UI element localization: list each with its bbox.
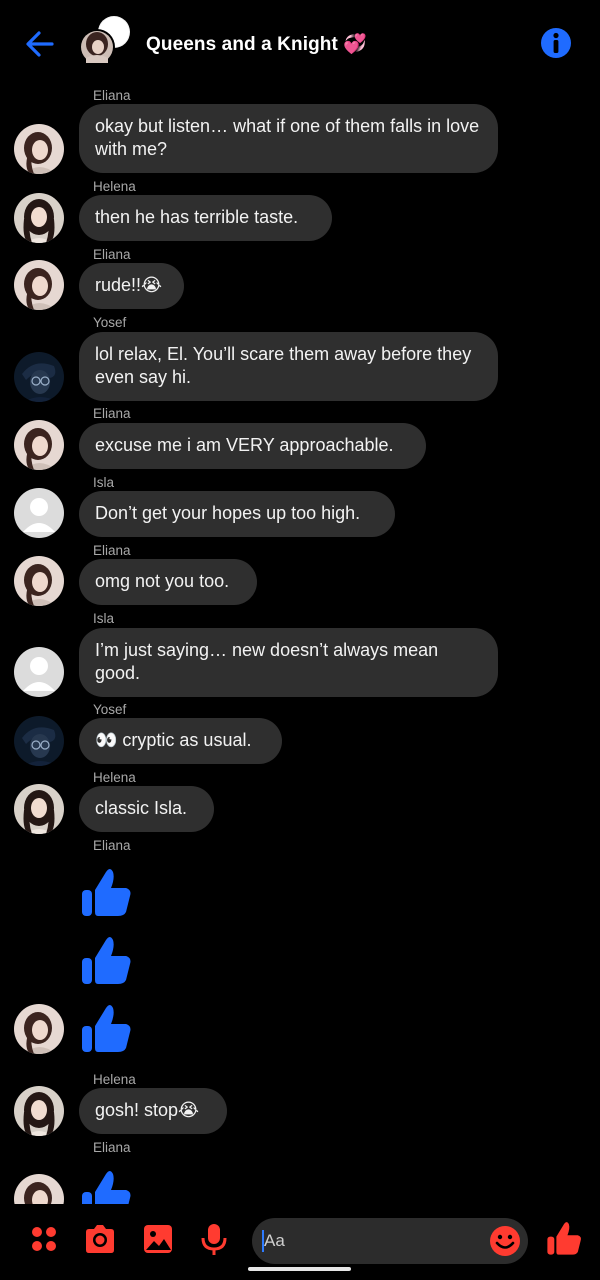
sender-name: Isla — [93, 475, 115, 490]
gallery-button[interactable] — [140, 1221, 176, 1257]
camera-button[interactable] — [82, 1221, 118, 1257]
sender-name: Yosef — [93, 702, 127, 717]
gallery-icon — [144, 1225, 172, 1253]
sender-name: Eliana — [93, 1140, 131, 1155]
sender-name: Eliana — [93, 406, 131, 421]
avatar-isla-default[interactable] — [14, 488, 64, 538]
thumbs-up-icon[interactable] — [80, 934, 132, 986]
microphone-icon — [201, 1224, 227, 1255]
avatar-eliana[interactable] — [14, 1174, 64, 1204]
thumbs-up-icon[interactable] — [80, 1168, 132, 1204]
info-icon — [541, 28, 571, 58]
avatar-eliana[interactable] — [14, 124, 64, 174]
message-bubble[interactable]: rude!!😭 — [79, 263, 184, 309]
avatar-helena[interactable] — [14, 193, 64, 243]
sender-name: Eliana — [93, 838, 131, 853]
sparkling-heart-emoji: 💞 — [343, 34, 368, 55]
sender-name: Yosef — [93, 315, 127, 330]
sender-name: Eliana — [93, 88, 131, 103]
home-indicator[interactable] — [248, 1267, 351, 1271]
avatar-eliana[interactable] — [14, 260, 64, 310]
microphone-button[interactable] — [196, 1221, 232, 1257]
sender-name: Eliana — [93, 543, 131, 558]
avatar-eliana[interactable] — [14, 1004, 64, 1054]
thumbs-up-icon[interactable] — [80, 866, 132, 918]
message-bubble[interactable]: gosh! stop😭 — [79, 1088, 227, 1134]
sender-name: Helena — [93, 1072, 136, 1087]
send-like-button[interactable] — [546, 1220, 582, 1256]
thumbs-up-icon[interactable] — [80, 1002, 132, 1054]
info-button[interactable] — [538, 25, 574, 61]
avatar-yosef[interactable] — [14, 716, 64, 766]
apps-icon — [32, 1227, 56, 1251]
emoji-icon[interactable] — [488, 1224, 522, 1258]
message-bubble[interactable]: 👀 cryptic as usual. — [79, 718, 282, 764]
back-button[interactable] — [20, 24, 60, 64]
avatar-yosef[interactable] — [14, 352, 64, 402]
message-input[interactable]: Aa — [252, 1218, 528, 1264]
avatar-eliana[interactable] — [14, 420, 64, 470]
avatar-isla-default[interactable] — [14, 647, 64, 697]
sender-name: Helena — [93, 179, 136, 194]
avatar-helena[interactable] — [14, 784, 64, 834]
sender-name: Eliana — [93, 247, 131, 262]
message-input-placeholder: Aa — [264, 1231, 285, 1250]
chat-header: Queens and a Knight 💞 — [0, 0, 600, 86]
message-bubble[interactable]: okay but listen… what if one of them fal… — [79, 104, 498, 173]
message-bubble[interactable]: lol relax, El. You’ll scare them away be… — [79, 332, 498, 401]
group-avatar[interactable] — [78, 14, 136, 70]
like-icon — [547, 1222, 581, 1255]
arrow-left-icon — [26, 31, 54, 57]
message-bubble[interactable]: then he has terrible taste. — [79, 195, 332, 241]
camera-icon — [86, 1225, 114, 1253]
message-bubble[interactable]: classic Isla. — [79, 786, 214, 832]
message-bubble[interactable]: I’m just saying… new doesn’t always mean… — [79, 628, 498, 697]
chat-title[interactable]: Queens and a Knight 💞 — [146, 32, 367, 56]
message-bubble[interactable]: Don’t get your hopes up too high. — [79, 491, 395, 537]
apps-button[interactable] — [26, 1221, 62, 1257]
sender-name: Isla — [93, 611, 115, 626]
message-bubble[interactable]: excuse me i am VERY approachable. — [79, 423, 426, 469]
sender-name: Helena — [93, 770, 136, 785]
avatar-helena[interactable] — [14, 1086, 64, 1136]
message-bubble[interactable]: omg not you too. — [79, 559, 257, 605]
avatar-eliana[interactable] — [14, 556, 64, 606]
